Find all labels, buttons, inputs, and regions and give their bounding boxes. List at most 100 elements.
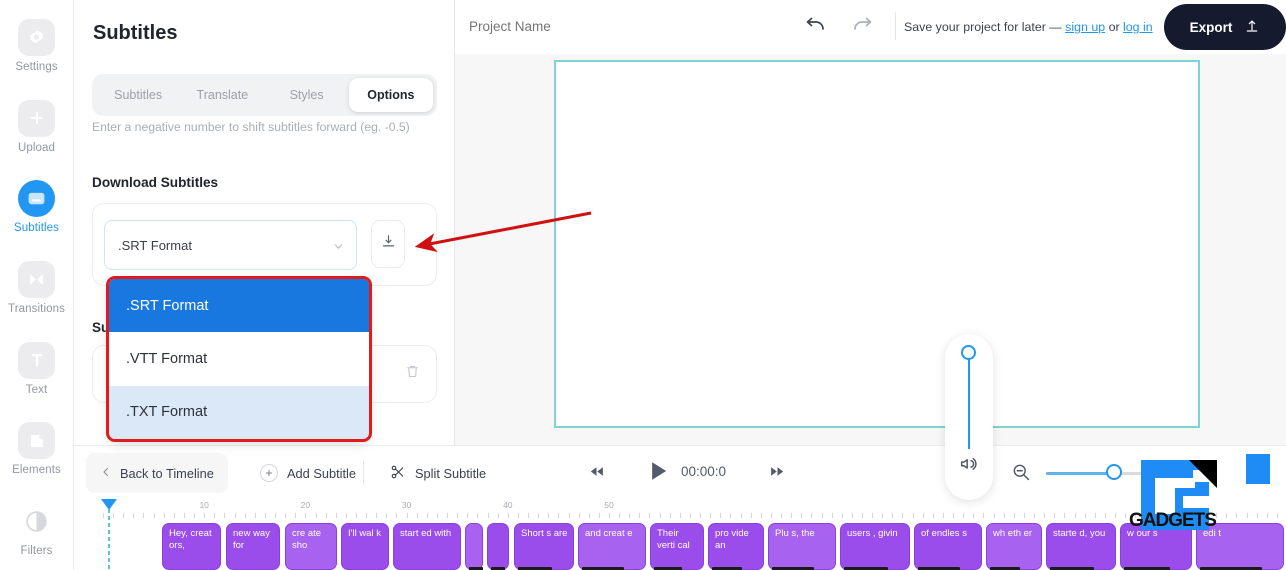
ruler-tick — [1023, 513, 1025, 518]
ruler-tick — [467, 513, 469, 518]
zoom-in-icon[interactable] — [1171, 462, 1191, 487]
ruler-tick — [143, 513, 145, 518]
sidebar-item-filters[interactable]: Filters — [0, 489, 74, 570]
timeline-clip[interactable]: and creat e — [578, 523, 646, 570]
sidebar-item-label: Transitions — [8, 303, 65, 316]
ruler-tick — [305, 513, 307, 518]
ruler-tick — [558, 513, 560, 518]
tab-styles[interactable]: Styles — [265, 78, 349, 112]
timeline-clip[interactable]: w our s — [1120, 523, 1192, 570]
timeline-clip[interactable]: starte d, you — [1046, 523, 1116, 570]
play-icon[interactable] — [644, 457, 672, 490]
timeline-clip[interactable]: wh eth er — [986, 523, 1042, 570]
ruler-tick — [517, 513, 519, 518]
timeline-ruler[interactable]: 10 20 30 40 50 — [74, 499, 1286, 521]
ruler-tick — [275, 513, 277, 518]
sign-up-link[interactable]: sign up — [1065, 20, 1105, 34]
timeline-clip[interactable]: cre ate sho — [285, 523, 337, 570]
zoom-out-icon[interactable] — [1011, 462, 1031, 487]
timeline[interactable]: 10 20 30 40 50 Hey, creat ors, new way for cre… — [74, 499, 1286, 570]
undo-arrow-icon[interactable] — [803, 15, 827, 44]
trash-icon[interactable] — [405, 364, 420, 384]
ruler-tick — [103, 513, 104, 518]
timeline-clip[interactable]: Hey, creat ors, — [162, 523, 221, 570]
timeline-clip[interactable] — [465, 523, 483, 570]
volume-popup[interactable] — [945, 334, 993, 500]
sidebar-item-settings[interactable]: Settings — [0, 6, 74, 87]
back-to-timeline-button[interactable]: Back to Timeline — [86, 453, 228, 493]
ruler-tick — [598, 513, 600, 518]
download-card: .SRT Format — [92, 203, 437, 286]
timeline-clip[interactable]: I'll wal k — [341, 523, 389, 570]
sidebar-item-transitions[interactable]: Transitions — [0, 248, 74, 329]
timeline-clip[interactable] — [487, 523, 509, 570]
timeline-clip[interactable]: Their verti cal — [650, 523, 704, 570]
ruler-tick — [983, 513, 985, 518]
dropdown-option-srt[interactable]: .SRT Format — [109, 279, 369, 333]
ruler-tick — [1266, 513, 1268, 518]
sidebar-item-text[interactable]: Text — [0, 328, 74, 409]
timeline-clip[interactable]: Short s are — [514, 523, 574, 570]
timeline-clip[interactable]: of endles s — [914, 523, 982, 570]
ruler-tick — [942, 513, 944, 518]
rewind-icon[interactable] — [588, 463, 605, 485]
ruler-tick — [1074, 513, 1076, 518]
text-icon — [18, 341, 55, 379]
zoom-slider-fill — [1046, 472, 1114, 475]
ruler-tick — [912, 513, 914, 518]
preview-stage — [455, 54, 1286, 445]
speaker-icon[interactable] — [945, 452, 993, 474]
ruler-tick — [659, 513, 661, 518]
timeline-clip[interactable]: start ed with — [393, 523, 461, 570]
upload-icon — [1244, 17, 1260, 38]
zoom-slider-track[interactable] — [1046, 472, 1143, 475]
ruler-tick — [163, 513, 165, 518]
ruler-tick — [386, 513, 388, 518]
format-select[interactable]: .SRT Format — [104, 220, 357, 270]
ruler-tick — [619, 513, 621, 518]
ruler-tick — [760, 513, 762, 518]
ruler-tick — [1104, 513, 1106, 518]
current-time-label: 00:00:0 — [681, 464, 727, 479]
redo-arrow-icon[interactable] — [851, 15, 875, 44]
log-in-link[interactable]: log in — [1123, 20, 1153, 34]
subtitles-icon — [18, 180, 55, 218]
sidebar-item-subtitles[interactable]: Subtitles — [0, 167, 74, 248]
volume-slider-knob[interactable] — [961, 345, 976, 360]
ruler-tick — [507, 513, 509, 518]
tab-options[interactable]: Options — [348, 78, 433, 112]
export-button[interactable]: Export — [1164, 4, 1286, 50]
project-name-input[interactable] — [469, 19, 749, 34]
ruler-tick — [1276, 513, 1278, 518]
tab-subtitles[interactable]: Subtitles — [96, 78, 180, 112]
sidebar-item-elements[interactable]: Elements — [0, 409, 74, 490]
ruler-tick — [173, 513, 175, 518]
ruler-tick — [851, 513, 853, 518]
ruler-tick — [1084, 513, 1086, 518]
timeline-clip[interactable]: Plu s, the — [768, 523, 836, 570]
tab-translate[interactable]: Translate — [180, 78, 264, 112]
ruler-tick — [113, 513, 115, 518]
add-subtitle-button[interactable]: + Add Subtitle — [250, 453, 366, 493]
split-subtitle-button[interactable]: Split Subtitle — [380, 453, 496, 493]
timeline-clip[interactable]: pro vide an — [708, 523, 764, 570]
download-button[interactable] — [371, 220, 405, 268]
ruler-tick — [1165, 513, 1167, 518]
zoom-slider-knob[interactable] — [1106, 464, 1122, 480]
ruler-tick — [1013, 513, 1015, 518]
dropdown-option-txt[interactable]: .TXT Format — [109, 385, 369, 439]
download-icon — [381, 234, 396, 254]
fast-forward-icon[interactable] — [769, 463, 786, 485]
volume-slider-track[interactable] — [968, 356, 970, 449]
playhead[interactable] — [100, 499, 117, 570]
video-canvas[interactable] — [554, 60, 1200, 428]
page-title: Subtitles — [93, 22, 178, 44]
ruler-tick — [882, 513, 884, 518]
sidebar-item-upload[interactable]: Upload — [0, 87, 74, 168]
ruler-tick — [315, 513, 317, 518]
timeline-clip[interactable]: users , givin — [840, 523, 910, 570]
timeline-clip[interactable]: new way for — [226, 523, 280, 570]
ruler-tick — [376, 513, 378, 518]
timeline-clip[interactable]: edi t — [1196, 523, 1284, 570]
dropdown-option-vtt[interactable]: .VTT Format — [109, 332, 369, 385]
